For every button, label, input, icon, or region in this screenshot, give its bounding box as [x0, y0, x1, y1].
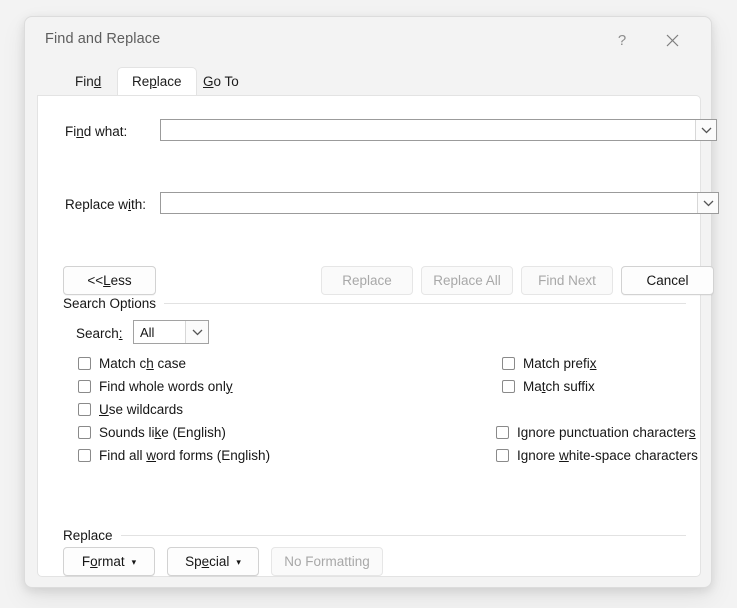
dialog-titlebar: Find and Replace ?: [25, 17, 711, 65]
format-button-label-pre: F: [82, 554, 90, 569]
less-button[interactable]: << Less: [63, 266, 156, 295]
tab-find[interactable]: Find: [61, 67, 115, 95]
question-mark-icon: ?: [618, 32, 626, 49]
less-button-label-post: ess: [111, 273, 132, 288]
find-what-dropdown-arrow[interactable]: [695, 120, 716, 140]
replace-with-label: Replace with:: [65, 197, 146, 212]
no-formatting-button-label: No Formatting: [284, 554, 370, 569]
checkbox-box[interactable]: [502, 357, 515, 370]
search-label: Search:: [76, 326, 123, 341]
checkbox-label: Use wildcards: [99, 402, 183, 417]
search-scope-value: All: [134, 321, 185, 343]
checkbox-box[interactable]: [78, 380, 91, 393]
format-button[interactable]: Format ▾: [63, 547, 155, 576]
replace-all-button-label: Replace All: [433, 273, 501, 288]
search-label-pre: Search: [76, 326, 119, 341]
search-options-divider: [164, 303, 686, 304]
checkbox-label: Find whole words only: [99, 379, 233, 394]
find-what-combobox[interactable]: [160, 119, 717, 141]
replace-button[interactable]: Replace: [321, 266, 413, 295]
replace-with-label-post: th:: [131, 197, 146, 212]
replace-button-label: Replace: [342, 273, 392, 288]
tab-replace-accel: p: [149, 74, 157, 89]
tab-replace[interactable]: Replace: [117, 67, 197, 95]
search-options-group-header: Search Options: [63, 295, 686, 311]
find-what-label-post: d what:: [84, 124, 128, 139]
less-button-accel: L: [103, 273, 111, 288]
replace-group-header: Replace: [63, 527, 686, 543]
search-options-title: Search Options: [63, 296, 164, 311]
find-what-input[interactable]: [161, 120, 695, 140]
checkbox-find-all-word-forms[interactable]: Find all word forms (English): [78, 446, 270, 464]
find-next-button-label: Find Next: [538, 273, 596, 288]
less-button-label-pre: <<: [87, 273, 103, 288]
search-scope-select[interactable]: All: [133, 320, 209, 344]
chevron-down-icon: ▾: [132, 558, 137, 567]
dialog-title: Find and Replace: [45, 31, 160, 47]
checkbox-label: Sounds like (English): [99, 425, 226, 440]
checkbox-box[interactable]: [502, 380, 515, 393]
replace-group-title: Replace: [63, 528, 121, 543]
find-next-button[interactable]: Find Next: [521, 266, 613, 295]
cancel-button[interactable]: Cancel: [621, 266, 714, 295]
help-button[interactable]: ?: [605, 25, 639, 55]
replace-with-label-pre: Replace w: [65, 197, 128, 212]
tab-goto[interactable]: Go To: [189, 67, 253, 95]
chevron-down-icon: ▾: [236, 558, 241, 567]
checkbox-ignore-punctuation-characters[interactable]: Ignore punctuation characters: [496, 423, 696, 441]
checkbox-box[interactable]: [78, 449, 91, 462]
replace-with-input[interactable]: [161, 193, 697, 213]
checkbox-box[interactable]: [78, 357, 91, 370]
checkbox-use-wildcards[interactable]: Use wildcards: [78, 400, 183, 418]
checkbox-match-prefix[interactable]: Match prefix: [502, 354, 597, 372]
tab-find-accel: d: [94, 74, 102, 89]
checkbox-find-whole-words-only[interactable]: Find whole words only: [78, 377, 233, 395]
checkbox-box[interactable]: [496, 449, 509, 462]
find-and-replace-dialog: Find and Replace ? Find Replace Go To Fi…: [24, 16, 712, 588]
tab-goto-label-post: o To: [214, 74, 239, 89]
search-scope-dropdown-arrow[interactable]: [185, 321, 208, 343]
replace-with-dropdown-arrow[interactable]: [697, 193, 718, 213]
tab-find-label-pre: Fin: [75, 74, 94, 89]
replace-tab-panel: Find what: Replace with: << Less Replace…: [37, 95, 701, 577]
tab-replace-label-pre: Re: [132, 74, 149, 89]
checkbox-box[interactable]: [78, 403, 91, 416]
replace-with-combobox[interactable]: [160, 192, 719, 214]
search-label-accel: :: [119, 326, 123, 341]
checkbox-label: Match ch case: [99, 356, 186, 371]
no-formatting-button[interactable]: No Formatting: [271, 547, 383, 576]
checkbox-ignore-white-space-characters[interactable]: Ignore white-space characters: [496, 446, 698, 464]
format-button-label-post: rmat: [98, 554, 125, 569]
tab-replace-label-post: lace: [157, 74, 182, 89]
find-what-accel: n: [76, 124, 84, 139]
find-what-label-pre: Fi: [65, 124, 76, 139]
close-button[interactable]: [655, 25, 689, 55]
special-button-label-pre: Sp: [185, 554, 202, 569]
checkbox-label: Match prefix: [523, 356, 597, 371]
tab-goto-accel: G: [203, 74, 214, 89]
special-button-accel: e: [202, 554, 210, 569]
replace-all-button[interactable]: Replace All: [421, 266, 513, 295]
checkbox-label: Ignore white-space characters: [517, 448, 698, 463]
special-button[interactable]: Special ▾: [167, 547, 259, 576]
checkbox-label: Find all word forms (English): [99, 448, 270, 463]
cancel-button-label: Cancel: [646, 273, 688, 288]
close-icon: [666, 34, 679, 47]
checkbox-label: Match suffix: [523, 379, 595, 394]
tablist: Find Replace Go To: [37, 67, 699, 95]
checkbox-label: Ignore punctuation characters: [517, 425, 696, 440]
format-button-accel: o: [90, 554, 98, 569]
special-button-label-post: cial: [209, 554, 229, 569]
checkbox-sounds-like[interactable]: Sounds like (English): [78, 423, 226, 441]
find-what-label: Find what:: [65, 124, 127, 139]
checkbox-match-suffix[interactable]: Match suffix: [502, 377, 595, 395]
checkbox-match-case[interactable]: Match ch case: [78, 354, 186, 372]
checkbox-box[interactable]: [78, 426, 91, 439]
replace-group-divider: [121, 535, 686, 536]
checkbox-box[interactable]: [496, 426, 509, 439]
